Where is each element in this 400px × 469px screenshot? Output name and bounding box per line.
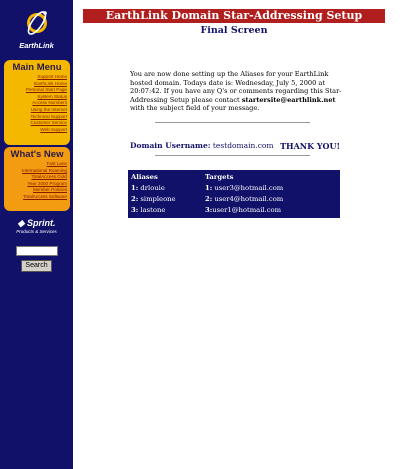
alias-table: Aliases Targets 1: drlouie 1: user3@hotmai…	[128, 170, 340, 218]
contact-email: startersite@earthlink.net	[241, 95, 336, 104]
logo-text: EarthLink	[19, 41, 54, 50]
target-cell: 1: user3@hotmail.com	[205, 183, 335, 194]
divider-top	[155, 122, 310, 123]
target-number: 2:	[205, 195, 213, 203]
aliases-header: Aliases	[131, 173, 158, 181]
target-number: 1:	[205, 184, 213, 192]
target-value: user3@hotmail.com	[214, 184, 284, 192]
domain-username-row: Domain Username: testdomain.com THANK YO…	[130, 141, 340, 153]
divider-bottom	[155, 155, 310, 156]
completion-message: You are now done setting up the Aliases …	[130, 70, 345, 113]
earthlink-globe-icon	[26, 11, 47, 35]
targets-header: Targets	[205, 173, 234, 181]
target-cell: 3:user1@hotmail.com	[205, 205, 335, 216]
menu-link-personal-start-page[interactable]: Personal Start Page	[6, 87, 68, 94]
menu-link-access-numbers[interactable]: Access Numbers	[6, 100, 68, 107]
alias-cell: 3: lastone	[130, 205, 205, 216]
menu-link-system-status[interactable]: System Status	[6, 94, 68, 101]
thank-you-text: THANK YOU!	[280, 141, 340, 151]
page-banner: EarthLink Domain Star-Addressing Setup	[83, 9, 385, 23]
table-row: 2: simpleone 2: user4@hotmail.com	[130, 194, 338, 205]
domain-username-label: Domain Username:	[130, 141, 211, 150]
menu-link-totalaccess-software[interactable]: TotalAccess Software	[6, 194, 68, 201]
target-cell: 2: user4@hotmail.com	[205, 194, 335, 205]
table-row: 1: drlouie 1: user3@hotmail.com	[130, 183, 338, 194]
menu-link-support-home[interactable]: Support Home	[6, 74, 68, 81]
menu-link-fast-lane[interactable]: Fast Lane	[6, 161, 68, 168]
earthlink-logo[interactable]: EarthLink	[0, 6, 73, 56]
search-button[interactable]: Search	[21, 260, 52, 272]
menu-link-totalaccess-gold[interactable]: TotalAccess Gold	[6, 174, 68, 181]
sprint-name: ◆ Sprint.	[0, 218, 73, 229]
menu-link-year-2000[interactable]: Year 2000 Program	[6, 181, 68, 188]
alias-number: 3:	[131, 206, 139, 214]
alias-value: lastone	[140, 206, 166, 214]
alias-value: simpleone	[140, 195, 176, 203]
menu-link-customer-service[interactable]: Customer Service	[6, 120, 68, 127]
sidebar: EarthLink Main Menu Support Home EarthLi…	[0, 0, 73, 469]
target-value: user1@hotmail.com	[212, 206, 282, 214]
target-value: user4@hotmail.com	[214, 195, 284, 203]
sprint-tagline: Products & Services	[16, 229, 57, 234]
whats-new-heading: What's New	[10, 149, 64, 160]
menu-link-web-support[interactable]: Web Support	[6, 127, 68, 134]
search-input[interactable]	[16, 246, 58, 256]
table-header-row: Aliases Targets	[130, 172, 338, 183]
menu-link-member-policies[interactable]: Member Policies	[6, 187, 68, 194]
menu-link-international-roaming[interactable]: International Roaming	[6, 168, 68, 175]
menu-link-using-internet[interactable]: Using the Internet	[6, 107, 68, 114]
alias-value: drlouie	[140, 184, 165, 192]
sprint-diamond-icon: ◆	[17, 218, 25, 228]
whats-new-menu: What's New Fast Lane International Roami…	[4, 147, 70, 211]
main-menu-heading: Main Menu	[12, 62, 62, 73]
sprint-name-text: Sprint.	[26, 218, 56, 228]
alias-number: 2:	[131, 195, 139, 203]
message-outro: with the subject field of your message.	[130, 104, 260, 113]
alias-cell: 1: drlouie	[130, 183, 205, 194]
alias-cell: 2: simpleone	[130, 194, 205, 205]
page-subtitle: Final Screen	[200, 25, 268, 36]
table-row: 3: lastone 3:user1@hotmail.com	[130, 205, 338, 216]
domain-username-value: testdomain.com	[212, 141, 274, 150]
menu-link-technical-support[interactable]: Technical Support	[6, 114, 68, 121]
sprint-logo[interactable]: ◆ Sprint. Products & Services	[0, 218, 73, 234]
main-menu: Main Menu Support Home EarthLink Home Pe…	[4, 60, 70, 145]
menu-link-earthlink-home[interactable]: EarthLink Home	[6, 81, 68, 88]
alias-number: 1:	[131, 184, 139, 192]
